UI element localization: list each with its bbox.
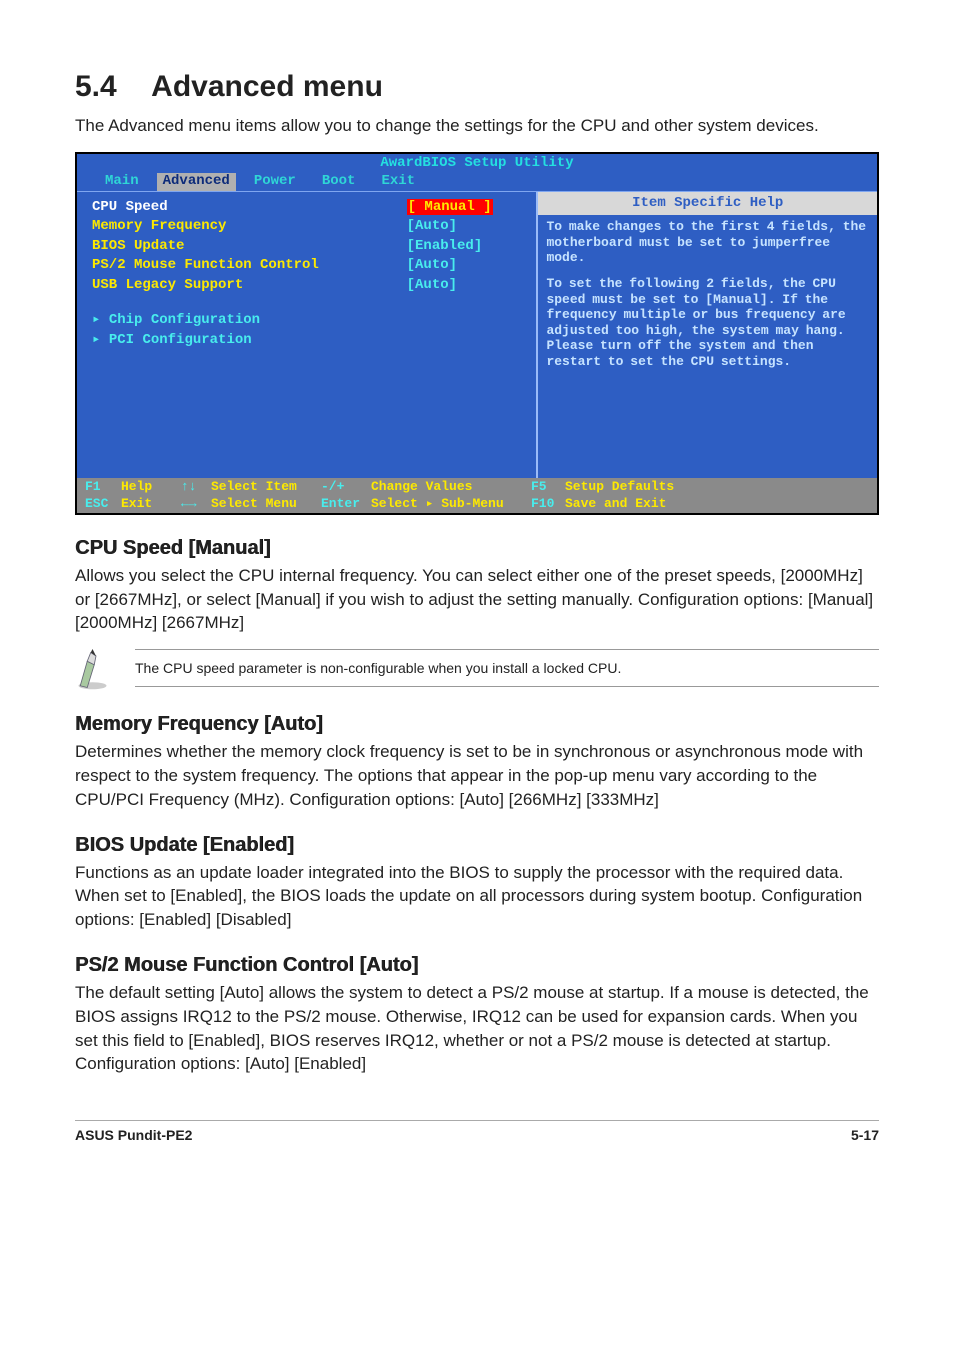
tab-exit[interactable]: Exit [373, 173, 423, 191]
h-ps2: PS/2 Mouse Function Control [Auto] [75, 954, 879, 977]
key-f10: F10 [531, 496, 565, 512]
pencil-icon [75, 649, 117, 691]
row-cpu-speed[interactable]: CPU Speed [91, 198, 401, 218]
p-bios-update: Functions as an update loader integrated… [75, 861, 879, 932]
help-p1: To make changes to the first 4 fields, t… [546, 219, 869, 266]
help-p2: To set the following 2 fields, the CPU s… [546, 276, 869, 370]
val-mem-freq[interactable]: [Auto] [401, 217, 527, 237]
bios-title: AwardBIOS Setup Utility [77, 154, 877, 174]
desc-help: Help [121, 479, 181, 495]
desc-save-exit: Save and Exit [565, 496, 869, 512]
desc-exit: Exit [121, 496, 181, 512]
key-enter: Enter [321, 496, 371, 512]
desc-change-values: Change Values [371, 479, 531, 495]
desc-select-item: Select Item [211, 479, 321, 495]
p-cpu-speed: Allows you select the CPU internal frequ… [75, 564, 879, 635]
val-ps2-mouse[interactable]: [Auto] [401, 256, 527, 276]
footer-left: ASUS Pundit-PE2 [75, 1127, 192, 1143]
row-chip-config[interactable]: ▸ Chip Configuration [91, 311, 526, 331]
key-updown: ↑↓ [181, 479, 211, 495]
note-block: The CPU speed parameter is non-configura… [75, 649, 879, 691]
key-esc: ESC [85, 496, 121, 512]
section-heading: 5.4 Advanced menu [75, 70, 879, 104]
section-number: 5.4 [75, 70, 117, 104]
val-cpu-speed[interactable]: [ Manual ] [407, 199, 493, 215]
h-mem-freq: Memory Frequency [Auto] [75, 713, 879, 736]
bios-left-pane: CPU Speed [ Manual ] Memory Frequency [A… [77, 192, 538, 479]
desc-select-menu: Select Menu [211, 496, 321, 512]
row-bios-update[interactable]: BIOS Update [91, 237, 401, 257]
val-usb-legacy[interactable]: [Auto] [401, 276, 527, 296]
bios-tabs: Main Advanced Power Boot Exit [77, 173, 877, 191]
row-usb-legacy[interactable]: USB Legacy Support [91, 276, 401, 296]
h-cpu-speed: CPU Speed [Manual] [75, 537, 879, 560]
note-text: The CPU speed parameter is non-configura… [135, 649, 879, 687]
intro-text: The Advanced menu items allow you to cha… [75, 114, 879, 138]
p-mem-freq: Determines whether the memory clock freq… [75, 740, 879, 811]
row-pci-config-label: PCI Configuration [109, 332, 252, 348]
row-chip-config-label: Chip Configuration [109, 312, 260, 328]
row-pci-config[interactable]: ▸ PCI Configuration [91, 331, 526, 351]
key-f1: F1 [85, 479, 121, 495]
desc-submenu: Select ▸ Sub-Menu [371, 496, 531, 512]
tab-main[interactable]: Main [97, 173, 147, 191]
row-ps2-mouse[interactable]: PS/2 Mouse Function Control [91, 256, 401, 276]
page-footer: ASUS Pundit-PE2 5-17 [75, 1120, 879, 1143]
tab-power[interactable]: Power [246, 173, 304, 191]
tab-advanced[interactable]: Advanced [157, 173, 236, 191]
help-title: Item Specific Help [538, 192, 877, 216]
bios-screenshot: AwardBIOS Setup Utility Main Advanced Po… [75, 152, 879, 515]
h-bios-update: BIOS Update [Enabled] [75, 834, 879, 857]
tab-boot[interactable]: Boot [314, 173, 364, 191]
footer-right: 5-17 [851, 1127, 879, 1143]
val-bios-update[interactable]: [Enabled] [401, 237, 527, 257]
p-ps2: The default setting [Auto] allows the sy… [75, 981, 879, 1076]
bios-help-pane: Item Specific Help To make changes to th… [538, 192, 877, 479]
bios-footer: F1 Help ↑↓ Select Item -/+ Change Values… [77, 478, 877, 513]
key-f5: F5 [531, 479, 565, 495]
section-title: Advanced menu [151, 70, 383, 104]
row-mem-freq[interactable]: Memory Frequency [91, 217, 401, 237]
desc-setup-defaults: Setup Defaults [565, 479, 869, 495]
key-leftright: ←→ [181, 496, 211, 512]
key-plusminus: -/+ [321, 479, 371, 495]
